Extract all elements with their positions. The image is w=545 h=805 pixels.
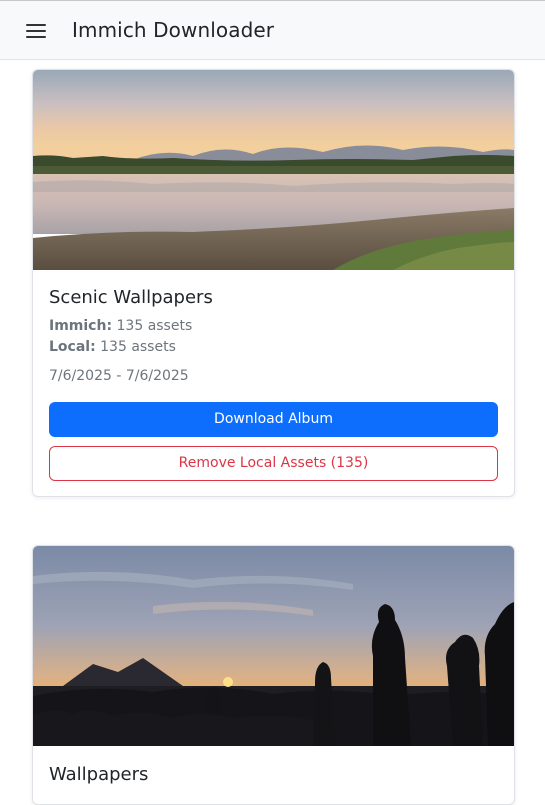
immich-asset-count: Immich: 135 assets bbox=[49, 318, 192, 334]
album-card: Wallpapers bbox=[32, 545, 515, 805]
local-label: Local: bbox=[49, 339, 96, 355]
immich-label: Immich: bbox=[49, 318, 113, 334]
local-asset-count: Local: 135 assets bbox=[49, 339, 176, 355]
remove-local-assets-button[interactable]: Remove Local Assets (135) bbox=[49, 446, 498, 481]
navbar: Immich Downloader bbox=[0, 0, 545, 60]
download-album-button[interactable]: Download Album bbox=[49, 402, 498, 437]
album-title: Scenic Wallpapers bbox=[49, 287, 213, 308]
album-cover-image bbox=[33, 546, 514, 746]
local-value: 135 assets bbox=[100, 339, 176, 355]
app-title[interactable]: Immich Downloader bbox=[72, 18, 274, 42]
hamburger-menu-icon[interactable] bbox=[26, 23, 46, 39]
album-cover-image bbox=[33, 70, 514, 270]
album-card: Scenic Wallpapers Immich: 135 assets Loc… bbox=[32, 69, 515, 497]
immich-value: 135 assets bbox=[116, 318, 193, 334]
album-date-range: 7/6/2025 - 7/6/2025 bbox=[49, 368, 189, 384]
